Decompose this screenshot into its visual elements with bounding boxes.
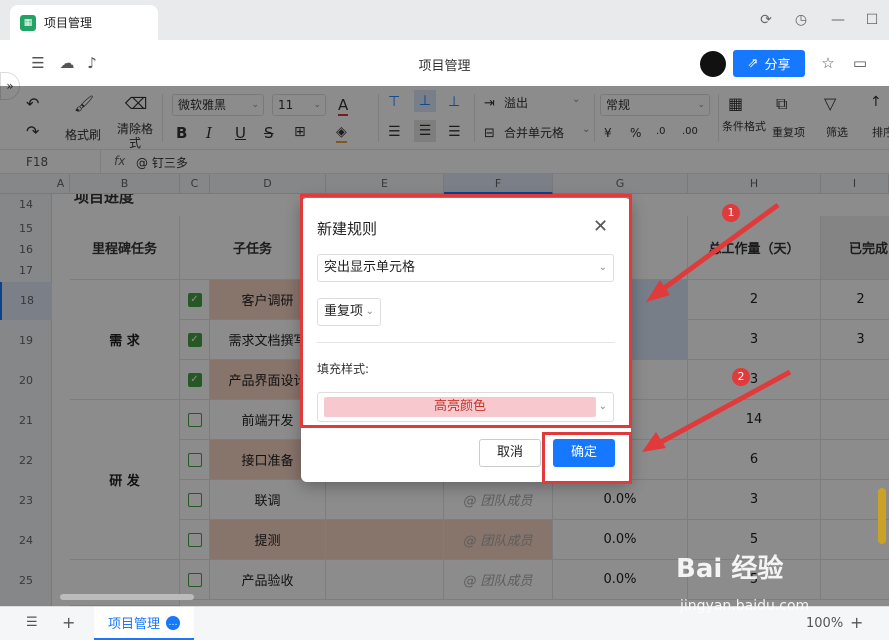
vertical-scrollbar[interactable] (878, 488, 886, 544)
annotation-badge-2: 2 (732, 368, 750, 386)
annotation-arrowhead-1 (646, 280, 670, 302)
zoom-value[interactable]: 100% (806, 616, 843, 631)
annotation-badge-1: 1 (722, 204, 740, 222)
app-window: ▦ 项目管理 ⟳ ◷ — ☐ ☰ ☁ ♪ 项目管理 ⇗ 分享 ☆ ▭ » ↶ ↷… (0, 0, 889, 640)
watermark-url: jingyan.baidu.com (680, 598, 810, 614)
sheet-tab-label: 项目管理 (107, 617, 160, 632)
sheet-list-icon[interactable]: ☰ (26, 615, 38, 630)
annotation-arrow-2 (648, 369, 792, 451)
sheet-tab[interactable]: 项目管理 … (94, 607, 194, 640)
horizontal-scrollbar[interactable] (60, 594, 194, 600)
annotation-arrow-1 (650, 202, 780, 300)
annotation-arrows (642, 202, 792, 452)
comment-icon: … (166, 615, 180, 630)
watermark-logo: Bai 经验 (676, 554, 784, 584)
zoom-in-icon[interactable]: + (850, 613, 863, 632)
add-sheet-icon[interactable]: + (62, 613, 75, 632)
